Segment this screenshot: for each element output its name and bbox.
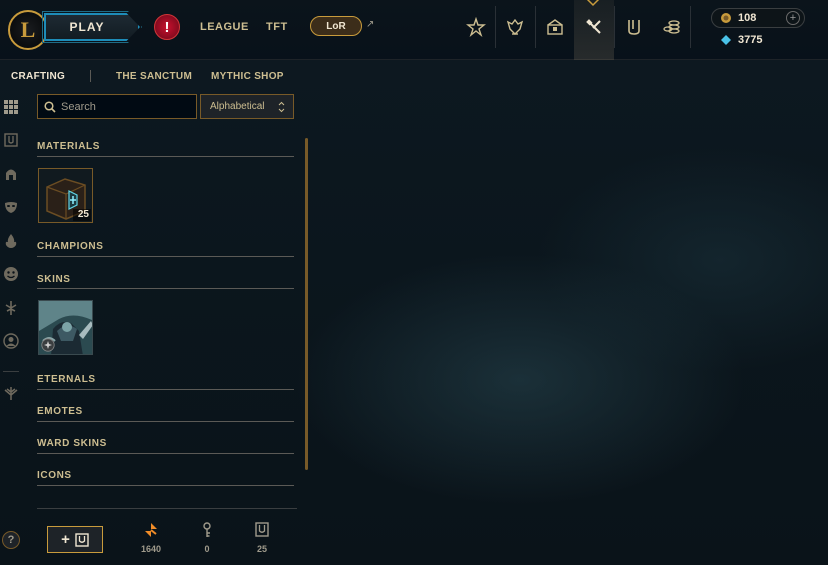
collection-icon[interactable] [620,13,648,41]
ward-icon[interactable] [3,300,19,316]
rank-icon[interactable] [501,13,529,41]
loot-icon[interactable] [658,13,686,41]
play-button[interactable]: PLAY [44,13,140,41]
section-divider [37,453,294,454]
section-ward-skins: WARD SKINS [37,438,107,449]
section-eternals: ETERNALS [37,374,96,385]
subnav-divider [90,70,91,82]
top-bar: L PLAY ! LEAGUE TFT LoR ↗ 108 + 3775 [0,0,828,60]
buy-rp-button[interactable]: + [786,11,800,25]
mask-icon[interactable] [3,199,19,215]
keys-stat: 0 [187,522,227,554]
challenges-icon[interactable] [462,13,490,41]
footer-divider [37,508,297,509]
tab-crafting[interactable]: CRAFTING [11,71,65,82]
section-divider [37,421,294,422]
nav-league[interactable]: LEAGUE [200,21,249,33]
orange-essence-stat: 1640 [131,522,171,554]
key-icon [203,522,211,537]
lor-button[interactable]: LoR [310,16,362,36]
hextech-chest-tile[interactable]: 25 [38,168,93,223]
item-count: 25 [77,209,89,220]
store-icon[interactable] [541,13,569,41]
chevron-updown-icon [278,101,285,112]
flame-icon[interactable] [3,233,19,249]
chest-icon [75,532,89,547]
chest-icon[interactable] [3,132,19,148]
section-divider [37,389,294,390]
divider [535,6,536,48]
section-champions: CHAMPIONS [37,241,104,252]
section-skins: SKINS [37,274,71,285]
profile-icon[interactable] [3,333,19,349]
active-caret-icon [586,0,600,7]
section-icons: ICONS [37,470,72,481]
tab-mythic-shop[interactable]: MYTHIC SHOP [211,71,284,82]
section-divider [37,156,294,157]
orange-essence-amount: 1640 [140,544,162,554]
chest-icon [255,522,269,537]
alert-icon[interactable]: ! [154,14,180,40]
section-divider [37,288,294,289]
background-art [0,60,828,565]
rail-divider [3,371,19,372]
nav-tft[interactable]: TFT [266,21,288,33]
add-plus: + [61,531,70,548]
sort-value: Alphabetical [210,101,265,112]
rp-icon [721,13,731,23]
scrollbar[interactable] [305,138,308,470]
divider [614,6,615,48]
section-divider [37,256,294,257]
section-emotes: EMOTES [37,406,83,417]
divider [495,6,496,48]
sort-dropdown[interactable]: Alphabetical [200,94,294,119]
section-divider [37,485,294,486]
rp-row: 108 [720,12,756,24]
helmet-icon[interactable] [3,166,19,182]
orange-essence-icon [145,523,157,537]
add-chest-button[interactable]: + [47,526,103,553]
be-row: 3775 [720,34,762,46]
external-link-icon: ↗ [366,19,375,30]
skin-shard-tile[interactable] [38,300,93,355]
emote-icon[interactable] [3,266,19,282]
tab-the-sanctum[interactable]: THE SANCTUM [116,71,192,82]
search-field[interactable] [37,94,197,119]
lor-label: LoR [326,20,346,32]
rp-amount: 108 [738,12,757,24]
divider [690,6,691,48]
chests-stat: 25 [242,522,282,554]
blue-essence-icon [721,35,731,45]
grid-icon[interactable] [3,99,19,115]
search-icon [44,100,56,113]
eternals-icon[interactable] [3,385,19,401]
section-materials: MATERIALS [37,141,100,152]
shard-icon [41,338,55,352]
chests-amount: 25 [256,544,267,554]
help-icon[interactable]: ? [2,531,20,549]
crafting-icon[interactable] [580,13,608,41]
keys-amount: 0 [204,544,210,554]
be-amount: 3775 [738,34,763,46]
search-input[interactable] [61,100,191,113]
